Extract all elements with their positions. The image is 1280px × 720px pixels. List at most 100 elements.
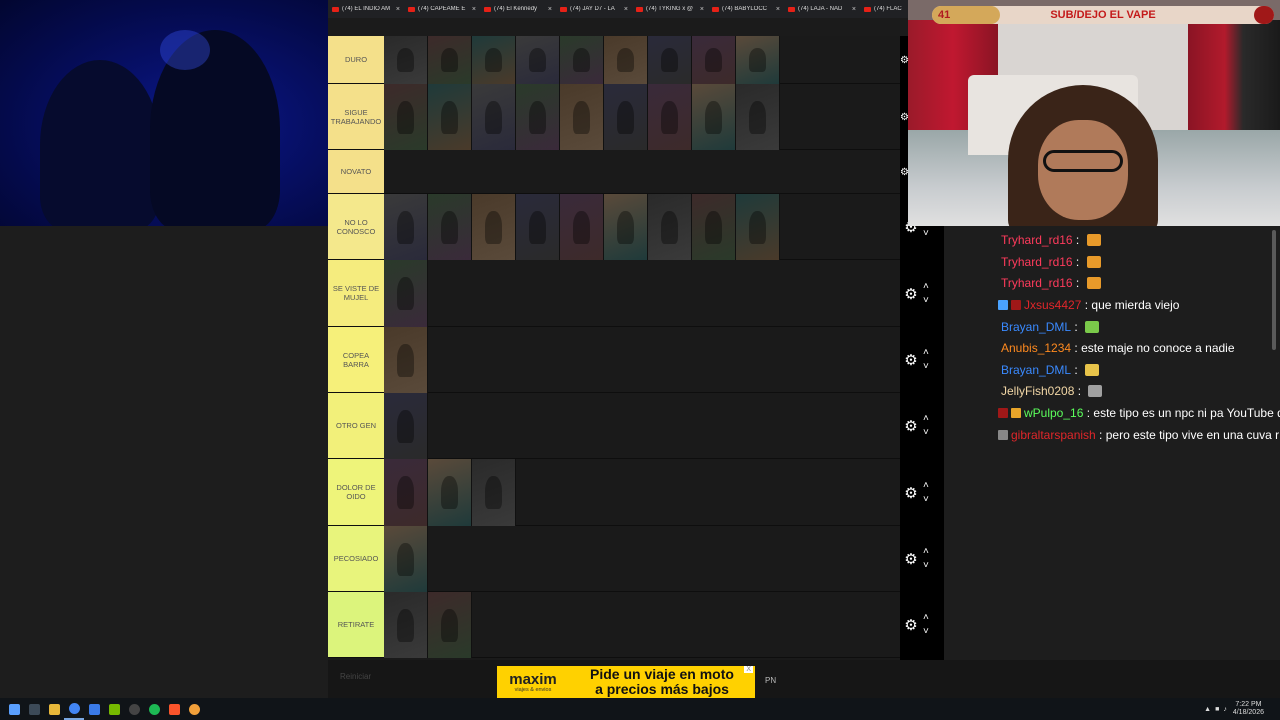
artist-thumbnail[interactable]	[604, 194, 648, 260]
browser-tab[interactable]: (74) CAPEAME E ×	[404, 0, 480, 18]
artist-thumbnail[interactable]	[560, 84, 604, 150]
chat-username[interactable]: gibraltarspanish	[1011, 428, 1096, 442]
chevron-down-icon[interactable]: ˅	[923, 426, 929, 440]
chat-username[interactable]: Brayan_DML	[1001, 363, 1071, 377]
chat-username[interactable]: Brayan_DML	[1001, 320, 1071, 334]
app-icon-blue[interactable]	[84, 698, 104, 720]
tier-label[interactable]: SIGUE TRABAJANDO	[328, 84, 384, 149]
ad-close-button[interactable]: X	[744, 666, 753, 673]
chevron-down-icon[interactable]: ˅	[923, 559, 929, 573]
artist-thumbnail[interactable]	[428, 194, 472, 260]
artist-thumbnail[interactable]	[384, 84, 428, 150]
tier-label[interactable]: OTRO GEN	[328, 393, 384, 458]
chevron-up-icon[interactable]: ˄	[923, 346, 929, 360]
tier-label[interactable]: DURO	[328, 36, 384, 83]
browser-tab[interactable]: (74) LAJA - NAD ×	[784, 0, 860, 18]
chrome-icon[interactable]	[64, 698, 84, 720]
browser-tab[interactable]: (74) FLAC×	[860, 0, 908, 18]
chat-username[interactable]: Tryhard_rd16	[1001, 276, 1073, 290]
close-tab-icon[interactable]: ×	[548, 6, 552, 13]
artist-thumbnail[interactable]	[516, 36, 560, 84]
close-tab-icon[interactable]: ×	[776, 6, 780, 13]
artist-thumbnail[interactable]	[428, 459, 472, 526]
browser-tab[interactable]: (74) TYKING x @ ×	[632, 0, 708, 18]
artist-thumbnail[interactable]	[428, 84, 472, 150]
tier-label[interactable]: COPEA BARRA	[328, 327, 384, 392]
artist-thumbnail[interactable]	[384, 36, 428, 84]
gear-icon[interactable]: ⚙	[901, 616, 921, 634]
tier-label[interactable]: DOLOR DE OIDO	[328, 459, 384, 525]
clock[interactable]: 7:22 PM 4/18/2026	[1233, 701, 1264, 717]
close-tab-icon[interactable]: ×	[624, 6, 628, 13]
chat-scrollbar[interactable]	[1272, 230, 1276, 350]
artist-thumbnail[interactable]	[736, 194, 780, 260]
artist-thumbnail[interactable]	[472, 459, 516, 526]
chevron-up-icon[interactable]: ˄	[923, 412, 929, 426]
tier-label[interactable]: RETIRATE	[328, 592, 384, 657]
artist-thumbnail[interactable]	[472, 84, 516, 150]
artist-thumbnail[interactable]	[472, 36, 516, 84]
artist-thumbnail[interactable]	[472, 194, 516, 260]
artist-thumbnail[interactable]	[560, 36, 604, 84]
ad-banner[interactable]: maxim viajes & envios Pide un viaje en m…	[497, 666, 755, 698]
search-icon[interactable]	[24, 698, 44, 720]
gear-icon[interactable]: ⚙	[901, 484, 921, 502]
chevron-up-icon[interactable]: ˄	[923, 611, 929, 625]
gear-icon[interactable]: ⚙	[901, 351, 921, 369]
chevron-down-icon[interactable]: ˅	[923, 625, 929, 639]
close-tab-icon[interactable]: ×	[472, 6, 476, 13]
artist-thumbnail[interactable]	[604, 36, 648, 84]
artist-thumbnail[interactable]	[384, 526, 428, 592]
gear-icon[interactable]: ⚙	[901, 285, 921, 303]
browser-tab[interactable]: (74) BABYLOCC ×	[708, 0, 784, 18]
chevron-up-icon[interactable]: ˄	[923, 280, 929, 294]
chevron-down-icon[interactable]: ˅	[923, 360, 929, 374]
artist-thumbnail[interactable]	[692, 84, 736, 150]
spotify-icon[interactable]	[144, 698, 164, 720]
obs-icon[interactable]	[124, 698, 144, 720]
artist-thumbnail[interactable]	[384, 260, 428, 327]
artist-thumbnail[interactable]	[692, 194, 736, 260]
close-tab-icon[interactable]: ×	[700, 6, 704, 13]
artist-thumbnail[interactable]	[384, 592, 428, 658]
nvidia-icon[interactable]	[104, 698, 124, 720]
artist-thumbnail[interactable]	[648, 84, 692, 150]
tray-network-icon[interactable]: ■	[1215, 706, 1219, 713]
artist-thumbnail[interactable]	[692, 36, 736, 84]
chevron-down-icon[interactable]: ˅	[923, 493, 929, 507]
gear-icon[interactable]: ⚙	[901, 417, 921, 435]
tier-label[interactable]: NOVATO	[328, 150, 384, 193]
artist-thumbnail[interactable]	[384, 327, 428, 393]
artist-thumbnail[interactable]	[384, 194, 428, 260]
artist-thumbnail[interactable]	[516, 194, 560, 260]
artist-thumbnail[interactable]	[736, 36, 780, 84]
artist-thumbnail[interactable]	[560, 194, 604, 260]
tray-volume-icon[interactable]: ♪	[1223, 706, 1227, 713]
gear-icon[interactable]: ⚙	[901, 550, 921, 568]
chevron-down-icon[interactable]: ˅	[923, 294, 929, 308]
chrome-canary-icon[interactable]	[184, 698, 204, 720]
chat-username[interactable]: JellyFish0208	[1001, 384, 1074, 398]
close-tab-icon[interactable]: ×	[396, 6, 400, 13]
brave-icon[interactable]	[164, 698, 184, 720]
artist-thumbnail[interactable]	[516, 84, 560, 150]
chevron-up-icon[interactable]: ˄	[923, 545, 929, 559]
close-tab-icon[interactable]: ×	[852, 6, 856, 13]
tier-label[interactable]: SE VISTE DE MUJEL	[328, 260, 384, 326]
chat-username[interactable]: Jxsus4427	[1024, 298, 1081, 312]
chevron-up-icon[interactable]: ˄	[923, 479, 929, 493]
chevron-down-icon[interactable]: ˅	[923, 227, 929, 241]
browser-tab[interactable]: (74) JAY D7 - LA ×	[556, 0, 632, 18]
browser-tab[interactable]: (74) El Kennedy ×	[480, 0, 556, 18]
chat-username[interactable]: Tryhard_rd16	[1001, 233, 1073, 247]
tier-label[interactable]: PECOSIADO	[328, 526, 384, 591]
artist-thumbnail[interactable]	[604, 84, 648, 150]
chat-username[interactable]: Tryhard_rd16	[1001, 255, 1073, 269]
tray-up-icon[interactable]: ▲	[1204, 706, 1211, 713]
chat-username[interactable]: Anubis_1234	[1001, 341, 1071, 355]
artist-thumbnail[interactable]	[384, 393, 428, 459]
explorer-icon[interactable]	[44, 698, 64, 720]
chat-username[interactable]: wPulpo_16	[1024, 406, 1083, 420]
artist-thumbnail[interactable]	[648, 36, 692, 84]
artist-thumbnail[interactable]	[428, 36, 472, 84]
